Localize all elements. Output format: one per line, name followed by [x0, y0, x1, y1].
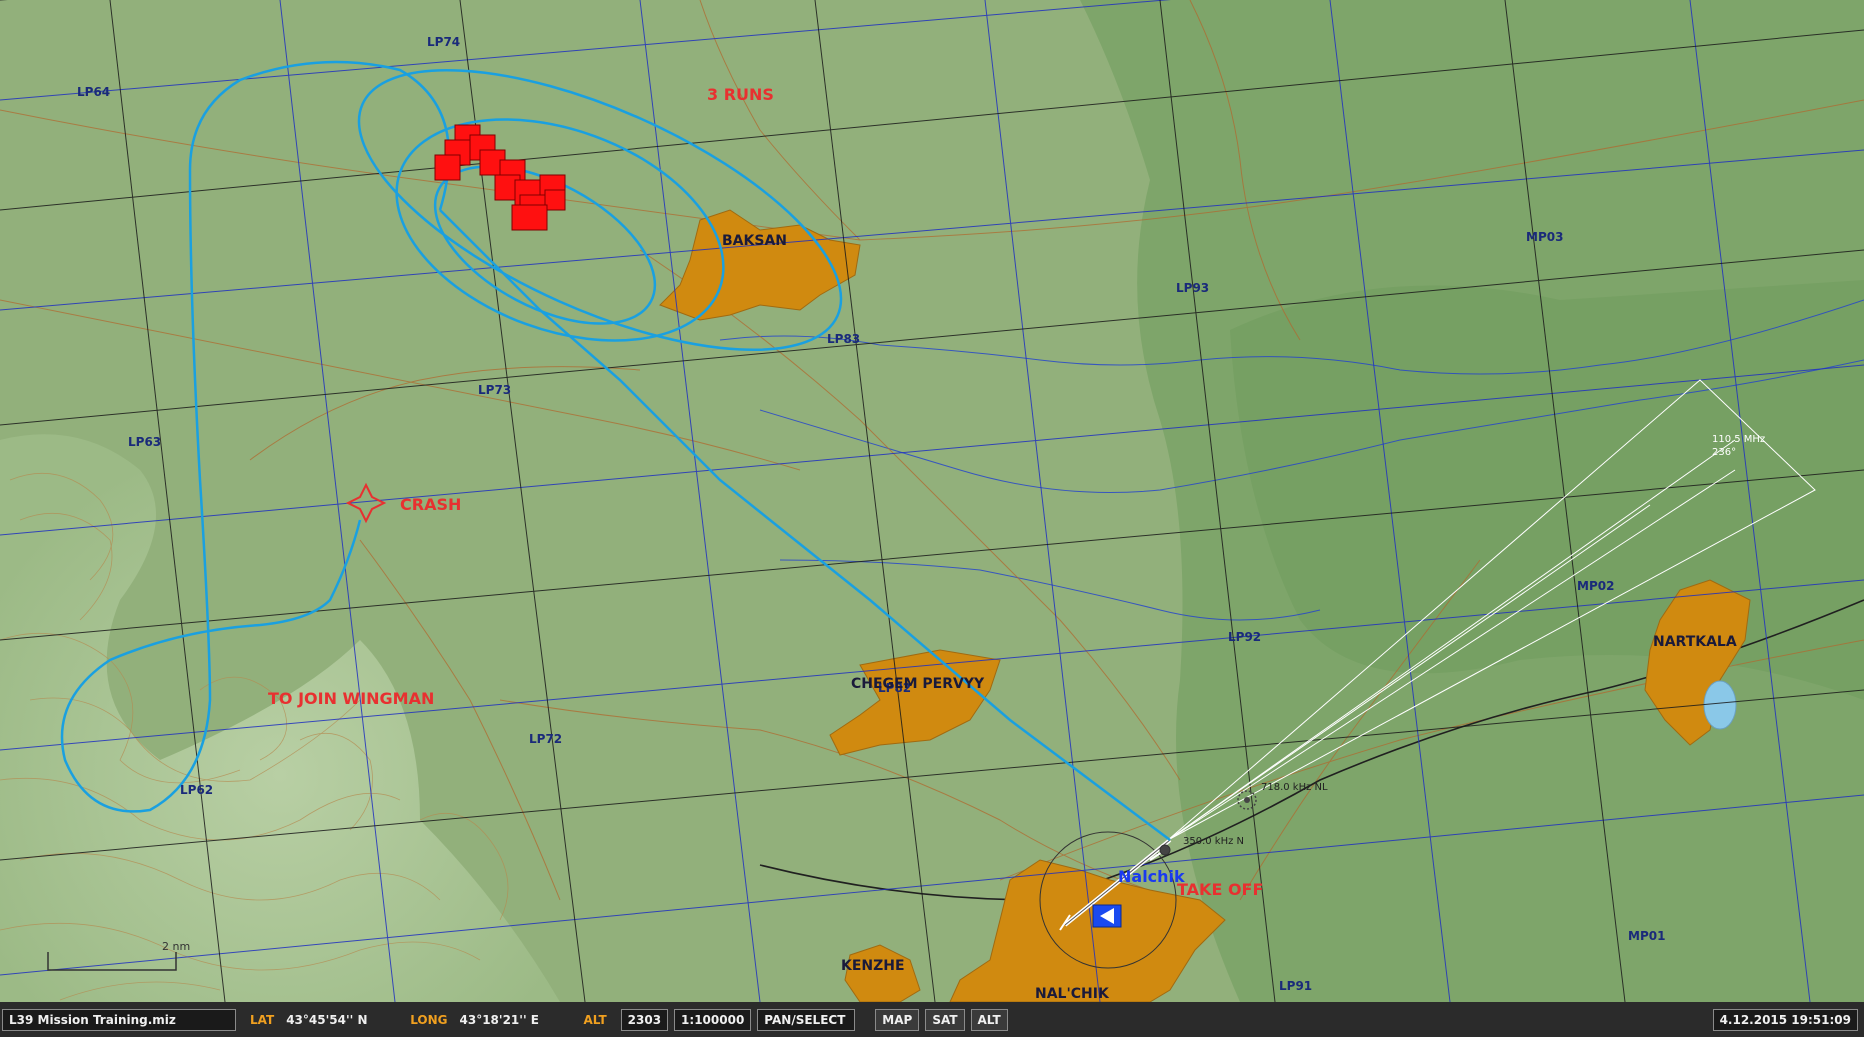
status-bar: L39 Mission Training.miz LAT 43°45'54'' …: [0, 1002, 1864, 1037]
lake: [1703, 680, 1737, 730]
alt-button[interactable]: ALT: [970, 1008, 1008, 1031]
town-label-nartkala: NARTKALA: [1653, 634, 1737, 650]
grid-label: MP02: [1577, 579, 1614, 593]
ils-course-label: 236°: [1712, 447, 1736, 458]
annotation-takeoff: TAKE OFF: [1177, 880, 1263, 899]
map-button[interactable]: MAP: [875, 1008, 920, 1031]
grid-label: LP73: [478, 383, 511, 397]
grid-label: LP63: [128, 435, 161, 449]
lat-label: LAT: [250, 1012, 275, 1027]
sat-button[interactable]: SAT: [925, 1008, 965, 1031]
grid-label: LP62: [180, 783, 213, 797]
ndb-near-label: 350.0 kHz N: [1183, 836, 1244, 847]
ndb-far-label: 718.0 kHz NL: [1261, 782, 1328, 793]
ils-frequency-label: 110.5 MHz: [1712, 434, 1765, 445]
alt-value: 2303: [620, 1008, 669, 1031]
grid-label: LP72: [529, 732, 562, 746]
long-label: LONG: [410, 1012, 448, 1027]
grid-label: MP03: [1526, 230, 1563, 244]
grid-label: LP92: [1228, 630, 1261, 644]
annotation-runs: 3 RUNS: [707, 85, 774, 104]
mission-file-name: L39 Mission Training.miz: [2, 1008, 236, 1031]
map-canvas[interactable]: LP74 LP64 LP63 LP73 LP83 LP93 MP03 LP62 …: [0, 0, 1864, 1002]
grid-label: MP01: [1628, 929, 1665, 943]
town-label-baksan: BAKSAN: [722, 233, 787, 249]
annotation-join-wingman: TO JOIN WINGMAN: [268, 689, 434, 708]
alt-label: ALT: [583, 1012, 607, 1027]
annotation-crash: CRASH: [400, 495, 461, 514]
grid-label: LP83: [827, 332, 860, 346]
datetime-display: 4.12.2015 19:51:09: [1712, 1008, 1858, 1031]
map-view[interactable]: LP74 LP64 LP63 LP73 LP83 LP93 MP03 LP62 …: [0, 0, 1864, 1002]
town-label-nalchik: NAL'CHIK: [1035, 986, 1110, 1002]
airfield-label[interactable]: Nalchik: [1118, 867, 1185, 886]
grid-label: LP93: [1176, 281, 1209, 295]
lat-value: 43°45'54'' N: [286, 1012, 368, 1027]
grid-label: LP91: [1279, 979, 1312, 993]
town-label-chegem: CHEGEM PERVYY: [851, 676, 985, 692]
scale-label: 2 nm: [162, 940, 190, 953]
ndb-near-marker[interactable]: [1159, 844, 1171, 856]
town-label-kenzhe: KENZHE: [841, 958, 905, 974]
long-value: 43°18'21'' E: [459, 1012, 540, 1027]
grid-label: LP64: [77, 85, 110, 99]
grid-label: LP74: [427, 35, 460, 49]
map-scale-value[interactable]: 1:100000: [674, 1008, 752, 1031]
mode-select[interactable]: PAN/SELECT: [757, 1008, 856, 1031]
